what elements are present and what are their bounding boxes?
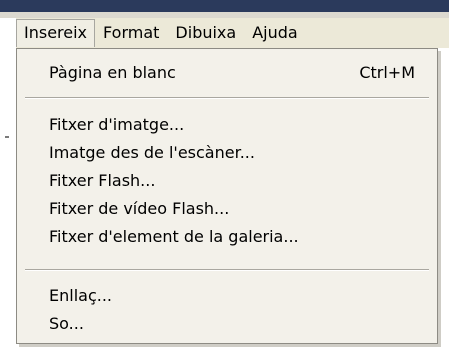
menu-separator: [25, 269, 429, 271]
workspace-left-margin: [0, 18, 16, 349]
menu-item-label: So...: [49, 314, 84, 333]
menu-item-label: Fitxer d'imatge...: [49, 115, 185, 134]
menu-item-enllac[interactable]: Enllaç...: [17, 282, 437, 310]
app-window: Insereix Format Dibuixa Ajuda Pàgina en …: [0, 0, 449, 349]
menu-format[interactable]: Format: [95, 19, 167, 47]
menu-ajuda[interactable]: Ajuda: [244, 19, 306, 47]
menu-item-pagina-en-blanc[interactable]: Pàgina en blanc Ctrl+M: [17, 59, 437, 87]
menu-item-label: Fitxer Flash...: [49, 171, 156, 190]
window-title-strip: [0, 0, 449, 12]
workspace-right-margin: [441, 48, 449, 349]
menu-item-fitxer-imatge[interactable]: Fitxer d'imatge...: [17, 111, 437, 139]
menu-item-fitxer-flash[interactable]: Fitxer Flash...: [17, 167, 437, 195]
menu-item-imatge-escaner[interactable]: Imatge des de l'escàner...: [17, 139, 437, 167]
menu-item-label: Imatge des de l'escàner...: [49, 143, 255, 162]
menu-item-label: Fitxer de vídeo Flash...: [49, 199, 230, 218]
menu-item-label: Fitxer d'element de la galeria...: [49, 227, 299, 246]
menu-dibuixa[interactable]: Dibuixa: [167, 19, 244, 47]
menu-item-shortcut: Ctrl+M: [359, 63, 415, 82]
menu-item-label: Pàgina en blanc: [49, 63, 176, 82]
menu-insereix[interactable]: Insereix: [16, 19, 96, 47]
menu-item-fitxer-video-flash[interactable]: Fitxer de vídeo Flash...: [17, 195, 437, 223]
menu-separator: [25, 97, 429, 99]
menu-item-fitxer-element-galeria[interactable]: Fitxer d'element de la galeria...: [17, 223, 437, 251]
menu-item-label: Enllaç...: [49, 286, 112, 305]
menu-item-so[interactable]: So...: [17, 310, 437, 338]
workspace-mark: [5, 136, 9, 138]
menu-bar: Insereix Format Dibuixa Ajuda: [16, 18, 449, 48]
insereix-dropdown-menu: Pàgina en blanc Ctrl+M Fitxer d'imatge..…: [16, 48, 438, 344]
